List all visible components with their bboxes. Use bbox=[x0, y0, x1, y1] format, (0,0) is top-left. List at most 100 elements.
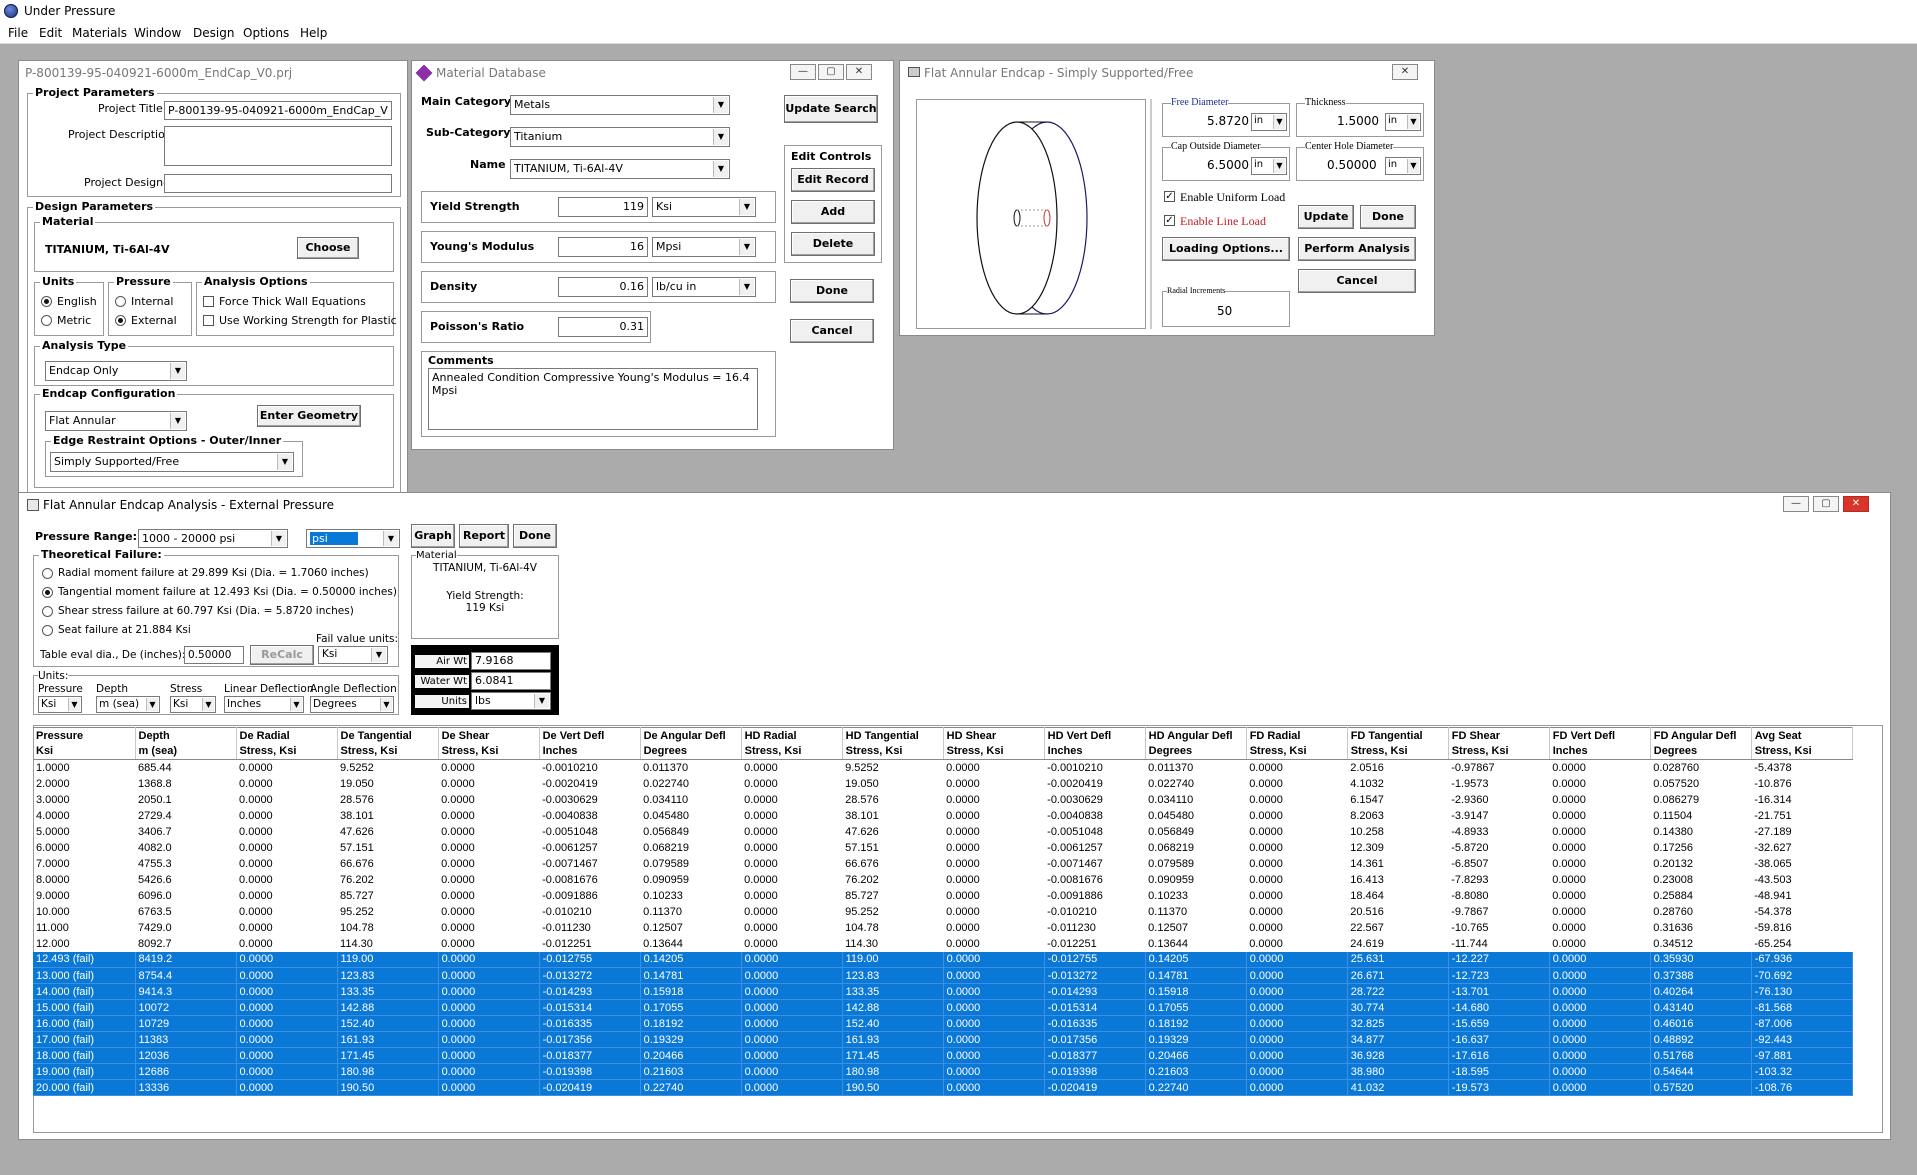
table-row[interactable]: 11.000 7429.0 0.0000 104.78 0.0000 -0.011230 0… bbox=[33, 920, 1853, 936]
cap-outside-diameter-unit-dropdown[interactable]: in ▼ bbox=[1251, 157, 1287, 175]
failure-radio-radial[interactable] bbox=[42, 568, 53, 579]
yield-strength-unit-dropdown[interactable]: Ksi ▼ bbox=[652, 197, 756, 217]
loading-options-button[interactable]: Loading Options... bbox=[1162, 237, 1290, 261]
column-header[interactable]: De Radial bbox=[236, 727, 338, 744]
close-button[interactable]: ✕ bbox=[1843, 496, 1869, 512]
table-row[interactable]: 6.0000 4082.0 0.0000 57.151 0.0000 -0.0061257… bbox=[33, 840, 1853, 856]
free-diameter-value[interactable]: 5.8720 bbox=[1207, 114, 1249, 128]
youngs-modulus-input[interactable]: 16 bbox=[558, 237, 648, 257]
table-row[interactable]: 12.000 8092.7 0.0000 114.30 0.0000 -0.012251 0… bbox=[33, 936, 1853, 952]
project-designer-input[interactable] bbox=[164, 174, 392, 193]
done-button[interactable]: Done bbox=[790, 279, 874, 303]
menu-window[interactable]: Window bbox=[134, 26, 181, 40]
center-hole-diameter-value[interactable]: 0.50000 bbox=[1327, 158, 1377, 172]
table-row-fail[interactable]: 17.000 (fail) 11383 0.0000 161.93 0.0000 -0.0… bbox=[33, 1031, 1854, 1048]
table-row-fail[interactable]: 13.000 (fail) 8754.4 0.0000 123.83 0.0000 -0.… bbox=[33, 967, 1854, 984]
use-working-strength-checkbox[interactable] bbox=[203, 315, 214, 326]
add-button[interactable]: Add bbox=[791, 200, 875, 224]
weight-units-dropdown[interactable]: lbs ▼ bbox=[471, 692, 551, 710]
table-row[interactable]: 5.0000 3406.7 0.0000 47.626 0.0000 -0.0051048… bbox=[33, 824, 1853, 840]
density-unit-dropdown[interactable]: lb/cu in ▼ bbox=[652, 277, 756, 297]
menu-edit[interactable]: Edit bbox=[39, 26, 62, 40]
unit-pressure-dropdown[interactable]: Ksi ▼ bbox=[38, 696, 82, 713]
enable-line-load-checkbox[interactable]: ✓ bbox=[1164, 215, 1175, 226]
table-row-fail[interactable]: 18.000 (fail) 12036 0.0000 171.45 0.0000 -0.0… bbox=[33, 1047, 1854, 1064]
column-header[interactable]: FD Radial bbox=[1246, 727, 1348, 744]
pressure-range-dropdown[interactable]: 1000 - 20000 psi ▼ bbox=[138, 529, 288, 548]
column-header[interactable]: De Shear bbox=[438, 727, 540, 744]
column-header[interactable]: HD Shear bbox=[943, 727, 1045, 744]
thickness-unit-dropdown[interactable]: in ▼ bbox=[1385, 113, 1421, 131]
table-row-fail[interactable]: 19.000 (fail) 12686 0.0000 180.98 0.0000 -0.0… bbox=[33, 1063, 1854, 1080]
failure-radio-seat[interactable] bbox=[42, 625, 53, 636]
graph-button[interactable]: Graph bbox=[411, 524, 455, 548]
column-header[interactable]: FD Tangential bbox=[1347, 727, 1449, 744]
table-row-fail[interactable]: 14.000 (fail) 9414.3 0.0000 133.35 0.0000 -0.… bbox=[33, 983, 1854, 1000]
enter-geometry-button[interactable]: Enter Geometry bbox=[257, 405, 361, 427]
column-header[interactable]: De Vert Defl bbox=[539, 727, 641, 744]
youngs-modulus-unit-dropdown[interactable]: Mpsi ▼ bbox=[652, 237, 756, 257]
failure-radio-shear[interactable] bbox=[42, 606, 53, 617]
done-button[interactable]: Done bbox=[513, 524, 557, 548]
column-header[interactable]: HD Radial bbox=[741, 727, 843, 744]
free-diameter-unit-dropdown[interactable]: in ▼ bbox=[1251, 113, 1287, 131]
table-row[interactable]: 4.0000 2729.4 0.0000 38.101 0.0000 -0.0040838… bbox=[33, 808, 1853, 824]
done-button[interactable]: Done bbox=[1360, 205, 1416, 229]
endcap-configuration-dropdown[interactable]: Flat Annular ▼ bbox=[45, 411, 187, 431]
edit-record-button[interactable]: Edit Record bbox=[791, 168, 875, 192]
table-row-fail[interactable]: 12.493 (fail) 8419.2 0.0000 119.00 0.0000 -0.… bbox=[33, 951, 1854, 968]
unit-angle-deflection-dropdown[interactable]: Degrees ▼ bbox=[310, 696, 394, 713]
sub-category-dropdown[interactable]: Titanium ▼ bbox=[510, 127, 730, 147]
menu-design[interactable]: Design bbox=[193, 26, 234, 40]
choose-material-button[interactable]: Choose bbox=[297, 237, 359, 259]
table-row-fail[interactable]: 20.000 (fail) 13336 0.0000 190.50 0.0000 -0.0… bbox=[33, 1079, 1854, 1096]
table-row[interactable]: 7.0000 4755.3 0.0000 66.676 0.0000 -0.0071467… bbox=[33, 856, 1853, 872]
yield-strength-input[interactable]: 119 bbox=[558, 197, 648, 217]
close-button[interactable]: ✕ bbox=[846, 64, 872, 80]
pressure-internal-radio[interactable] bbox=[115, 296, 126, 307]
close-button[interactable]: ✕ bbox=[1392, 64, 1418, 80]
column-header[interactable]: HD Tangential bbox=[842, 727, 944, 744]
force-thick-wall-checkbox[interactable] bbox=[203, 296, 214, 307]
unit-linear-deflection-dropdown[interactable]: Inches ▼ bbox=[224, 696, 304, 713]
project-title-input[interactable]: P-800139-95-040921-6000m_EndCap_V bbox=[164, 101, 392, 120]
column-header[interactable]: Depth bbox=[135, 727, 237, 744]
column-header[interactable]: De Tangential bbox=[337, 727, 439, 744]
menu-options[interactable]: Options bbox=[243, 26, 289, 40]
menu-materials[interactable]: Materials bbox=[72, 26, 127, 40]
delete-button[interactable]: Delete bbox=[791, 232, 875, 256]
units-english-radio[interactable] bbox=[41, 296, 52, 307]
failure-radio-tangential[interactable] bbox=[42, 587, 53, 598]
project-description-input[interactable] bbox=[164, 126, 392, 166]
maximize-button[interactable]: ▢ bbox=[818, 64, 844, 80]
column-header[interactable]: FD Vert Defl bbox=[1549, 727, 1651, 744]
fail-value-units-dropdown[interactable]: Ksi ▼ bbox=[318, 646, 388, 664]
radial-increments-value[interactable]: 50 bbox=[1217, 304, 1232, 318]
menu-file[interactable]: File bbox=[8, 26, 28, 40]
maximize-button[interactable]: ▢ bbox=[1813, 496, 1839, 512]
name-dropdown[interactable]: TITANIUM, Ti-6Al-4V ▼ bbox=[510, 159, 730, 179]
analysis-type-dropdown[interactable]: Endcap Only ▼ bbox=[45, 361, 187, 381]
main-category-dropdown[interactable]: Metals ▼ bbox=[510, 95, 730, 115]
unit-depth-dropdown[interactable]: m (sea) ▼ bbox=[96, 696, 160, 713]
table-row[interactable]: 1.0000 685.44 0.0000 9.5252 0.0000 -0.0010210… bbox=[33, 760, 1853, 776]
report-button[interactable]: Report bbox=[459, 524, 509, 548]
poissons-ratio-input[interactable]: 0.31 bbox=[558, 317, 648, 337]
units-metric-radio[interactable] bbox=[41, 315, 52, 326]
update-search-button[interactable]: Update Search bbox=[784, 95, 878, 123]
pressure-external-radio[interactable] bbox=[115, 315, 126, 326]
density-input[interactable]: 0.16 bbox=[558, 277, 648, 297]
column-header[interactable]: HD Vert Defl bbox=[1044, 727, 1146, 744]
column-header[interactable]: FD Angular Defl bbox=[1650, 727, 1752, 744]
pressure-unit-dropdown[interactable]: psi ▼ bbox=[306, 529, 400, 548]
perform-analysis-button[interactable]: Perform Analysis bbox=[1298, 237, 1416, 261]
table-row-fail[interactable]: 15.000 (fail) 10072 0.0000 142.88 0.0000 -0.0… bbox=[33, 999, 1854, 1016]
column-header[interactable]: De Angular Defl bbox=[640, 727, 742, 744]
enable-uniform-load-checkbox[interactable]: ✓ bbox=[1164, 191, 1175, 202]
table-row[interactable]: 8.0000 5426.6 0.0000 76.202 0.0000 -0.0081676… bbox=[33, 872, 1853, 888]
column-header[interactable]: FD Shear bbox=[1448, 727, 1550, 744]
minimize-button[interactable]: — bbox=[1783, 496, 1809, 512]
unit-stress-dropdown[interactable]: Ksi ▼ bbox=[170, 696, 216, 713]
edge-restraint-dropdown[interactable]: Simply Supported/Free ▼ bbox=[50, 452, 294, 472]
minimize-button[interactable]: — bbox=[790, 64, 816, 80]
